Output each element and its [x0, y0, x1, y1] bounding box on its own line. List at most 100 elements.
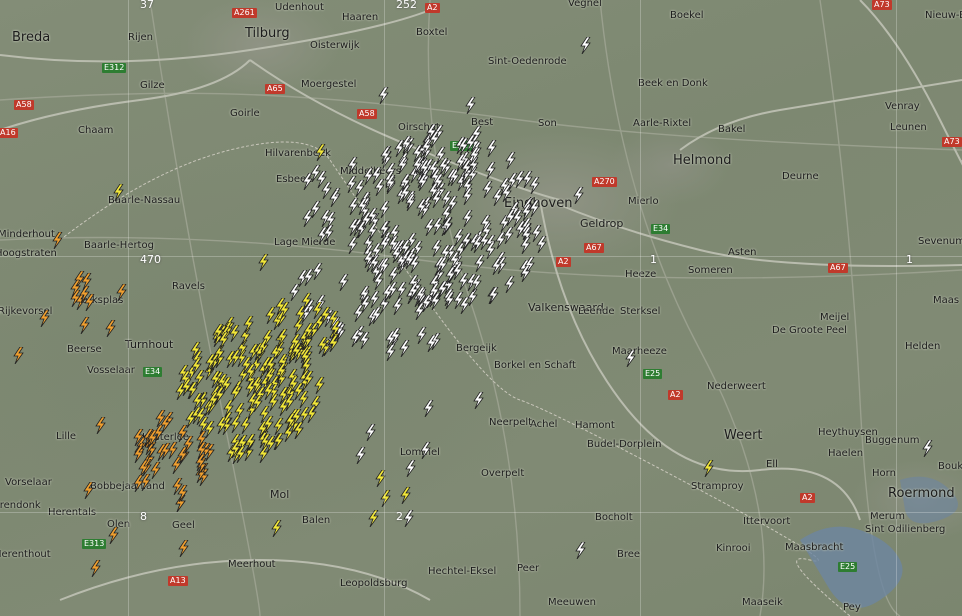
place-label: Balen — [302, 515, 331, 526]
lightning-strike-icon — [51, 231, 64, 250]
lightning-strike-icon — [458, 296, 471, 315]
lightning-strike-icon — [229, 384, 242, 403]
lightning-strike-icon — [176, 424, 189, 443]
road-shield: A67 — [584, 243, 604, 253]
lightning-strike-icon — [94, 416, 107, 435]
lightning-strike-icon — [82, 481, 95, 500]
road-shield: A261 — [232, 8, 257, 18]
grid-cell-count: 1 — [650, 253, 657, 266]
place-label: Beek en Donk — [638, 78, 708, 89]
lightning-strike-icon — [579, 36, 592, 55]
lightning-strike-icon — [264, 435, 277, 454]
place-label: Sevenum — [918, 236, 962, 247]
road-shield: E313 — [82, 539, 107, 549]
place-label: Weert — [724, 428, 763, 443]
lightning-strike-icon — [302, 268, 315, 287]
lightning-strike-icon — [270, 519, 283, 538]
place-label: Haelen — [828, 448, 864, 459]
lightning-strike-icon — [528, 176, 541, 195]
place-label: Pey — [843, 602, 861, 613]
road-shield: E312 — [102, 63, 127, 73]
lightning-strike-icon — [399, 173, 412, 192]
road-shield: A58 — [14, 100, 34, 110]
grid-line — [0, 512, 962, 513]
lightning-strike-icon — [407, 282, 420, 301]
place-label: Rijen — [128, 32, 153, 43]
road-shield: A270 — [592, 177, 617, 187]
lightning-strike-icon — [381, 284, 394, 303]
place-label: Venray — [885, 101, 920, 112]
road-shield: A67 — [828, 263, 848, 273]
place-label: Lille — [56, 431, 77, 442]
road-shield: A13 — [168, 576, 188, 586]
place-label: Breda — [12, 30, 51, 45]
lightning-strike-icon — [345, 175, 358, 194]
lightning-strike-icon — [513, 170, 526, 189]
lightning-strike-icon — [78, 285, 91, 304]
lightning-strike-icon — [379, 489, 392, 508]
lightning-strike-icon — [195, 430, 208, 449]
lightning-strike-icon — [404, 459, 417, 478]
lightning-strike-icon — [328, 189, 341, 208]
lightning-strike-icon — [418, 159, 431, 178]
place-label: Achel — [530, 419, 558, 430]
lightning-strike-icon — [132, 445, 145, 464]
grid-line — [0, 256, 962, 257]
lightning-strike-icon — [481, 180, 494, 199]
road-shield: A2 — [425, 3, 440, 13]
road-shield: A73 — [872, 0, 892, 10]
lightning-strike-icon — [251, 394, 264, 413]
road-shield: A58 — [357, 109, 377, 119]
place-label: Mol — [270, 488, 290, 501]
lightning-strike-icon — [190, 357, 203, 376]
grid-line — [384, 0, 385, 616]
lightning-strike-icon — [244, 433, 257, 452]
lightning-strike-icon — [572, 186, 585, 205]
place-label: Chaam — [78, 125, 114, 136]
lightning-strike-icon — [294, 305, 307, 324]
lightning-strike-icon — [460, 159, 473, 178]
grid-line — [128, 0, 129, 616]
lightning-strike-icon — [261, 329, 274, 348]
lightning-strike-icon — [177, 539, 190, 558]
lightning-strike-icon — [430, 190, 443, 209]
place-label: Budel-Dorplein — [587, 439, 662, 450]
lightning-map[interactable]: Breda Tilburg Udenhout Haaren Vegnel Boekel Ni… — [0, 0, 962, 616]
place-label: Bocholt — [595, 512, 633, 523]
place-label: Baarle-Hertog — [84, 240, 154, 251]
lightning-strike-icon — [921, 439, 934, 458]
place-label: Tilburg — [245, 26, 290, 41]
place-label: Maas — [933, 295, 960, 306]
lightning-strike-icon — [413, 302, 426, 321]
lightning-strike-icon — [624, 349, 637, 368]
lightning-strike-icon — [504, 151, 517, 170]
place-label: Turnhout — [125, 338, 174, 351]
place-label: Udenhout — [275, 2, 324, 13]
lightning-strike-icon — [347, 197, 360, 216]
lightning-strike-icon — [470, 274, 483, 293]
lightning-strike-icon — [38, 309, 51, 328]
lightning-strike-icon — [374, 469, 387, 488]
lightning-strike-icon — [207, 391, 220, 410]
road-shield: A2 — [556, 257, 571, 267]
place-label: Helmond — [673, 153, 732, 168]
lightning-strike-icon — [89, 559, 102, 578]
lightning-strike-icon — [441, 216, 454, 235]
road-shield: E34 — [143, 367, 163, 377]
place-label: Ell — [766, 459, 778, 470]
lightning-strike-icon — [429, 292, 442, 311]
place-label: Mierlo — [628, 196, 659, 207]
lightning-strike-icon — [464, 134, 477, 153]
place-label: Nieuw-Be — [925, 10, 962, 21]
place-label: Leende — [578, 306, 615, 317]
place-label: Vorselaar — [5, 477, 52, 488]
place-label: Borkel en Schaft — [494, 360, 576, 371]
place-label: Bakel — [718, 124, 746, 135]
place-label: Boxtel — [416, 27, 448, 38]
road-shield: A65 — [265, 84, 285, 94]
road-network — [0, 0, 962, 616]
lightning-strike-icon — [209, 370, 222, 389]
place-label: Haaren — [342, 12, 379, 23]
grid-line — [896, 0, 897, 616]
lightning-strike-icon — [276, 328, 289, 347]
